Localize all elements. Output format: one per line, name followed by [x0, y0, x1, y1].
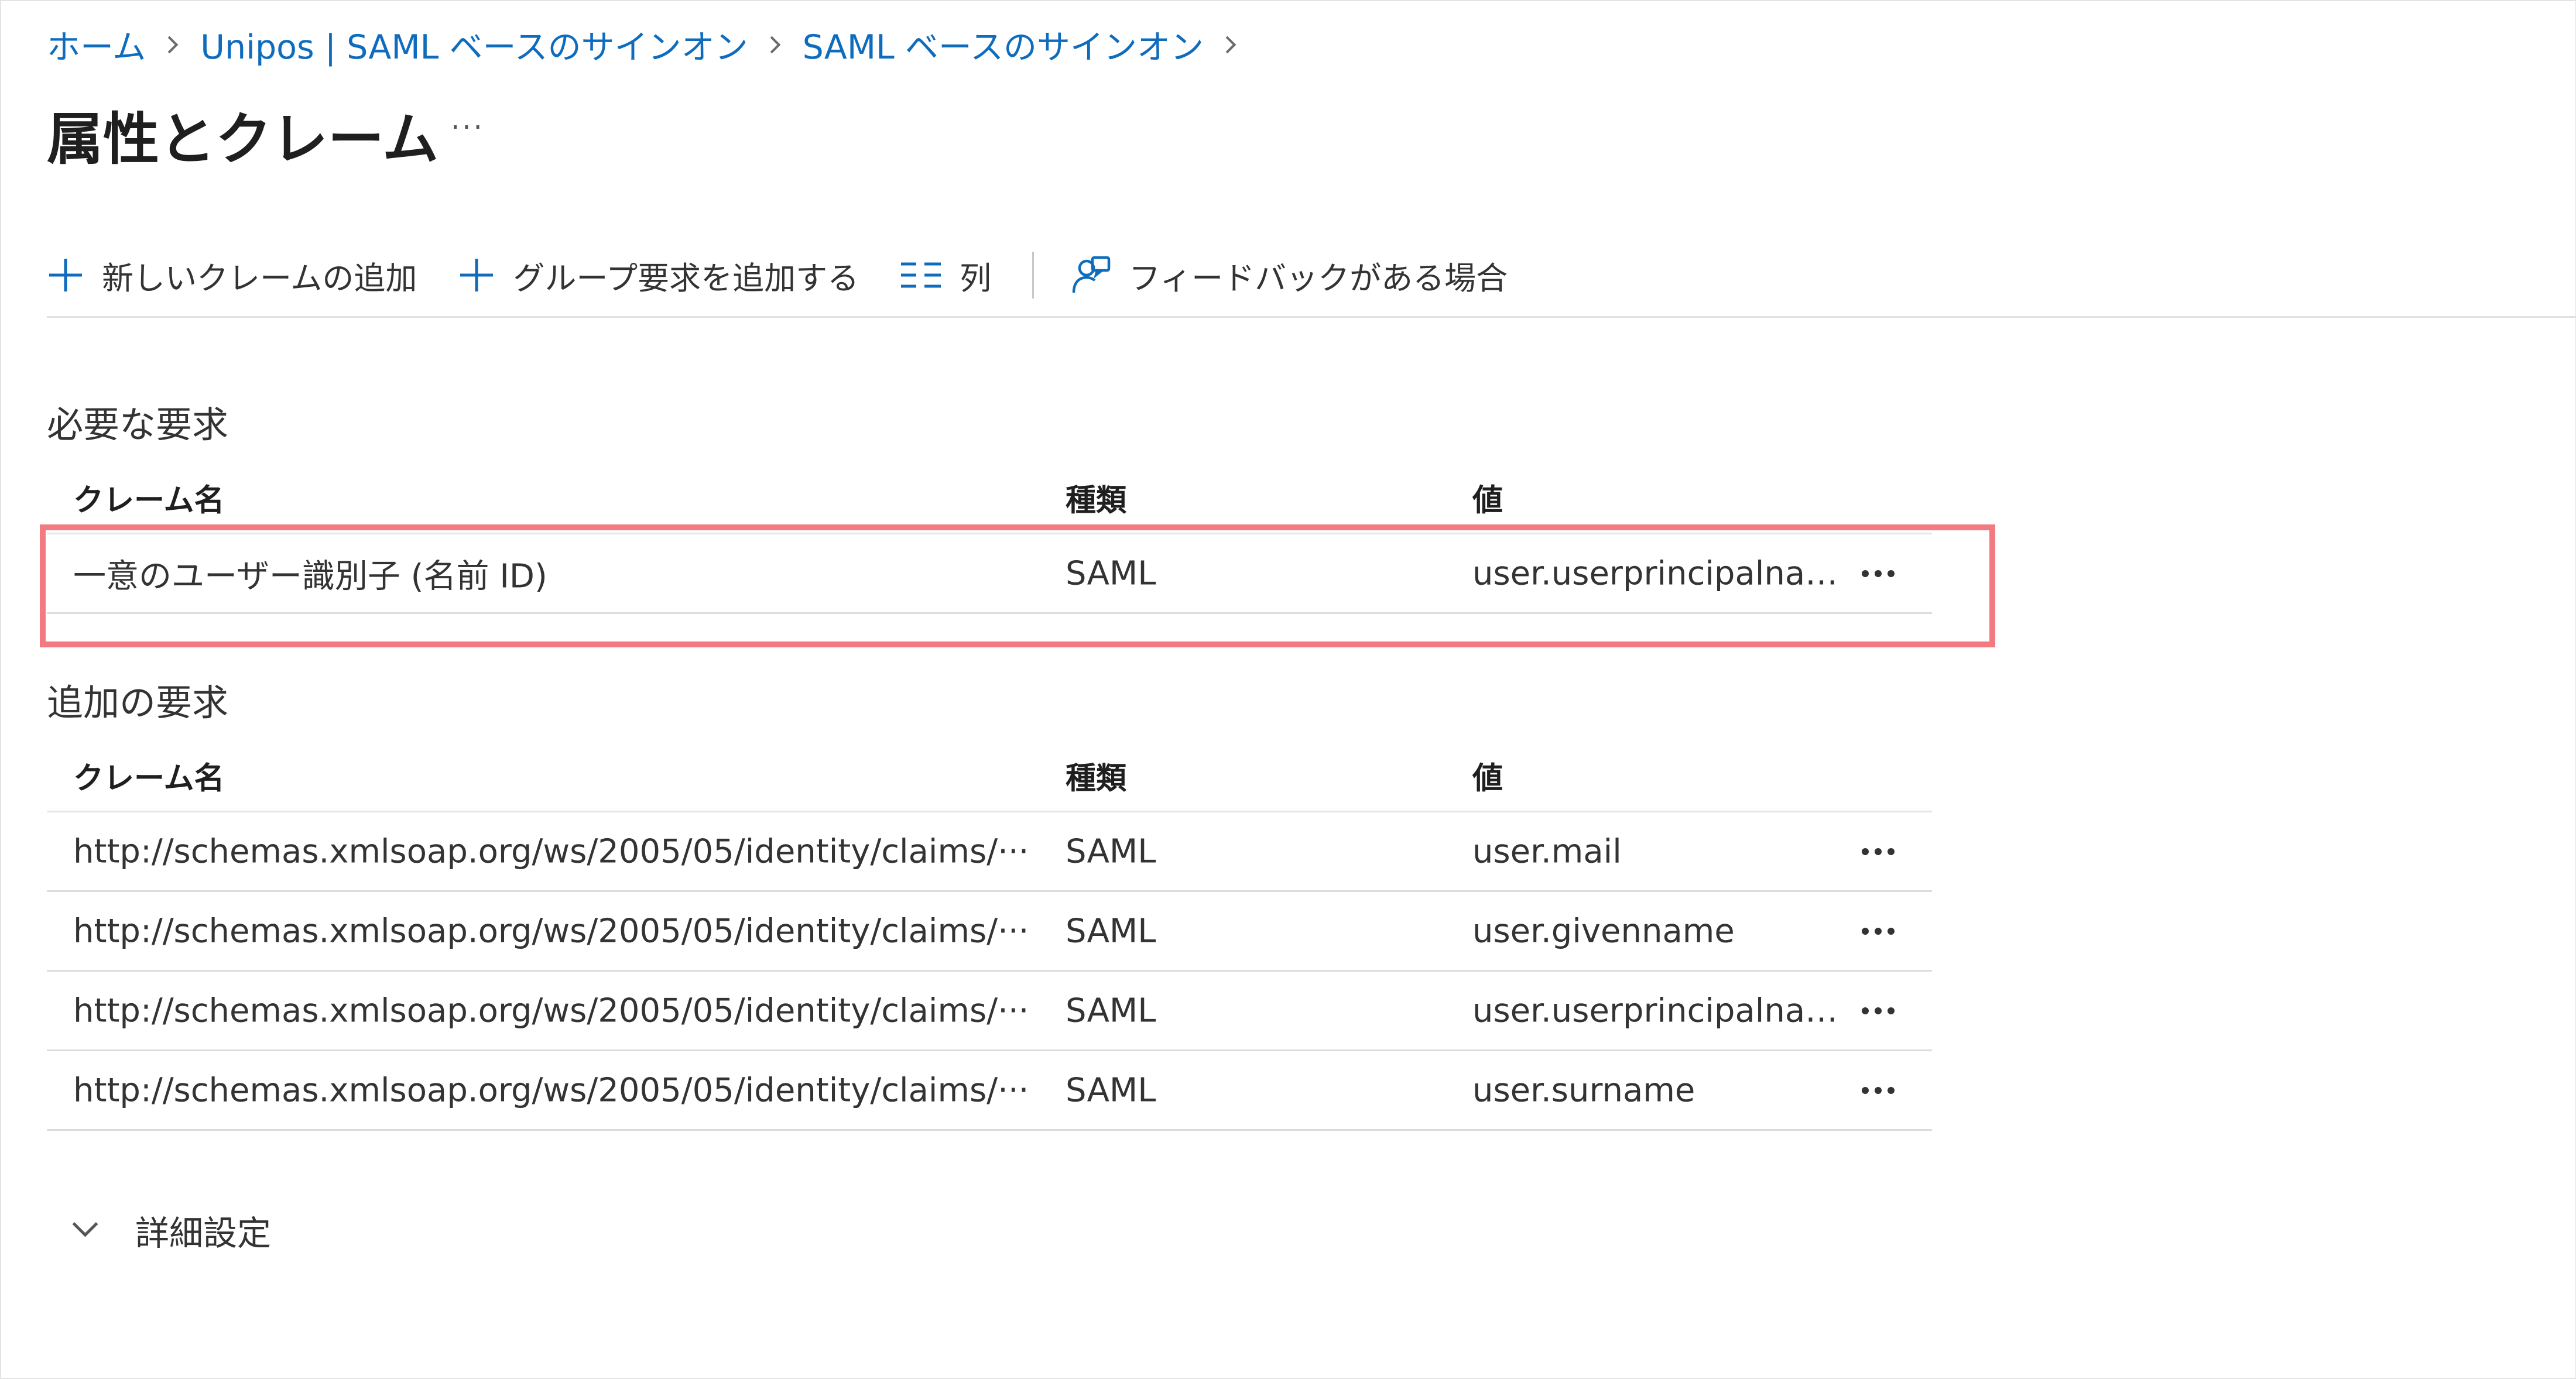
columns-button[interactable]: 列 — [900, 252, 991, 299]
ellipsis-icon[interactable] — [1862, 1007, 1895, 1014]
column-header-value[interactable]: 値 — [1472, 476, 1853, 520]
plus-icon — [49, 259, 82, 291]
breadcrumb-app[interactable]: Unipos | SAML ベースのサインオン — [200, 20, 748, 68]
feedback-label: フィードバックがある場合 — [1129, 259, 1508, 297]
claim-type-cell: SAML — [1066, 832, 1156, 870]
claim-value-cell: user.givenname — [1472, 912, 1735, 950]
ellipsis-icon[interactable] — [1862, 848, 1895, 855]
add-new-claim-label: 新しいクレームの追加 — [102, 259, 417, 297]
add-group-claim-label: グループ要求を追加する — [513, 259, 859, 297]
breadcrumb: ホーム Unipos | SAML ベースのサインオン SAML ベースのサイン… — [47, 21, 1258, 68]
page-more-button[interactable]: ··· — [451, 111, 485, 144]
breadcrumb-saml-signon[interactable]: SAML ベースのサインオン — [803, 20, 1204, 68]
claim-type-cell: SAML — [1066, 1071, 1156, 1109]
column-header-claim-name[interactable]: クレーム名 — [73, 476, 1057, 520]
table-row[interactable]: http://schemas.xmlsoap.org/ws/2005/05/id… — [47, 892, 1932, 972]
claim-name-cell[interactable]: http://schemas.xmlsoap.org/ws/2005/05/id… — [73, 832, 1057, 870]
chevron-right-icon — [160, 36, 179, 53]
claim-type-cell: SAML — [1066, 912, 1156, 950]
column-header-value[interactable]: 値 — [1472, 754, 1853, 798]
plus-icon — [460, 259, 494, 291]
table-row[interactable]: http://schemas.xmlsoap.org/ws/2005/05/id… — [47, 972, 1932, 1051]
columns-label: 列 — [960, 259, 992, 297]
column-header-type[interactable]: 種類 — [1066, 476, 1126, 520]
chevron-right-icon — [763, 36, 780, 53]
add-new-claim-button[interactable]: 新しいクレームの追加 — [47, 252, 417, 299]
chevron-down-icon — [72, 1211, 98, 1237]
claim-value-cell: user.userprincipalname — [1472, 992, 1853, 1030]
column-header-claim-name[interactable]: クレーム名 — [73, 754, 1057, 798]
feedback-icon — [1072, 256, 1111, 293]
column-header-type[interactable]: 種類 — [1066, 754, 1126, 798]
table-row[interactable]: http://schemas.xmlsoap.org/ws/2005/05/id… — [47, 812, 1932, 892]
advanced-settings-toggle[interactable]: 詳細設定 — [72, 1206, 272, 1255]
ellipsis-icon[interactable] — [1862, 927, 1895, 935]
columns-icon — [901, 262, 941, 288]
claim-value-cell: user.mail — [1472, 832, 1622, 870]
claim-name-cell[interactable]: http://schemas.xmlsoap.org/ws/2005/05/id… — [73, 912, 1057, 950]
chevron-right-icon — [1218, 36, 1236, 53]
table-header: クレーム名 種類 値 — [47, 740, 1932, 812]
claim-name-cell[interactable]: http://schemas.xmlsoap.org/ws/2005/05/id… — [73, 992, 1057, 1030]
advanced-settings-label: 詳細設定 — [135, 1213, 272, 1253]
table-row[interactable]: http://schemas.xmlsoap.org/ws/2005/05/id… — [47, 1051, 1932, 1131]
feedback-button[interactable]: フィードバックがある場合 — [1069, 252, 1508, 299]
additional-claims-heading: 追加の要求 — [47, 681, 229, 724]
page-title: 属性とクレーム — [47, 107, 439, 172]
claim-value-cell: user.surname — [1472, 1071, 1695, 1109]
breadcrumb-home[interactable]: ホーム — [47, 20, 146, 68]
claim-name-cell[interactable]: http://schemas.xmlsoap.org/ws/2005/05/id… — [73, 1071, 1057, 1109]
highlight-box — [40, 524, 1995, 647]
page-frame — [0, 0, 2576, 1379]
add-group-claim-button[interactable]: グループ要求を追加する — [458, 252, 859, 299]
table-header: クレーム名 種類 値 — [47, 462, 1932, 534]
claim-type-cell: SAML — [1066, 992, 1156, 1030]
toolbar-divider-line — [47, 316, 2576, 318]
required-claims-heading: 必要な要求 — [47, 403, 229, 446]
command-bar: 新しいクレームの追加 グループ要求を追加する 列 フィードバックがある場合 — [47, 240, 1508, 310]
additional-claims-table: クレーム名 種類 値 http://schemas.xmlsoap.org/ws… — [47, 740, 1932, 1131]
ellipsis-icon[interactable] — [1862, 1086, 1895, 1094]
toolbar-divider — [1032, 252, 1034, 299]
